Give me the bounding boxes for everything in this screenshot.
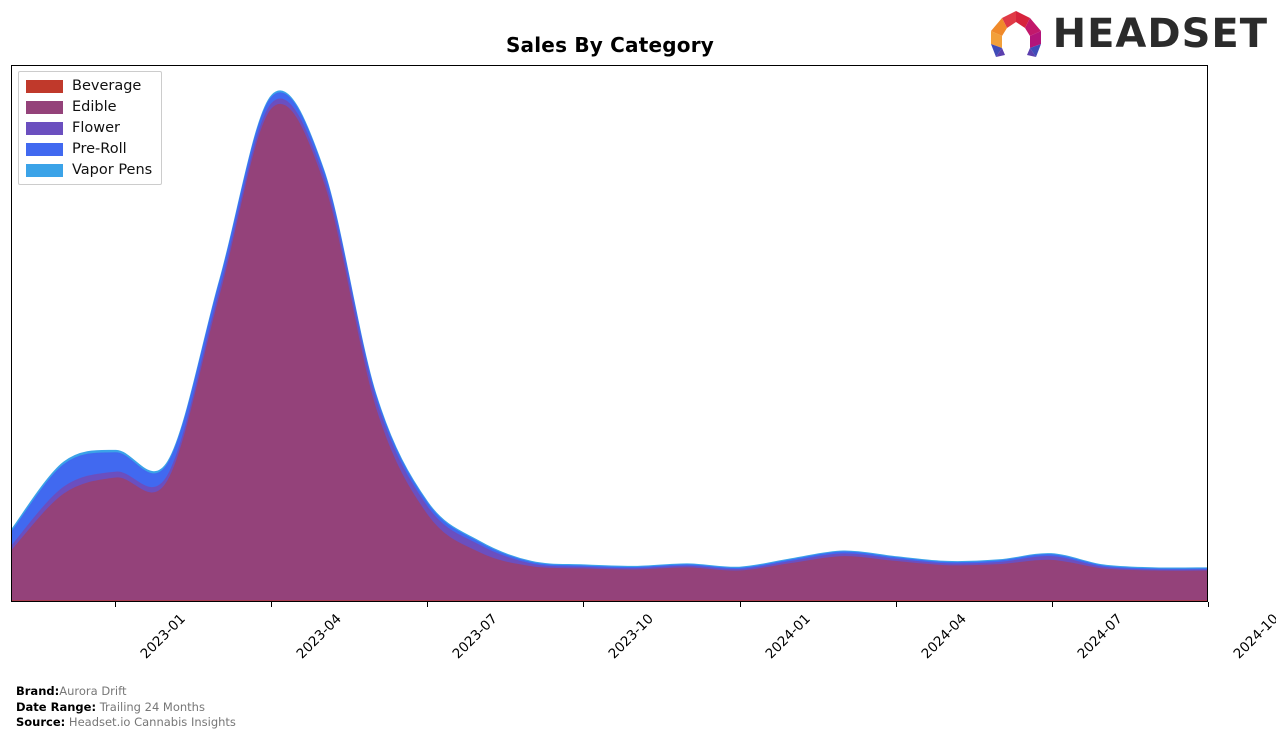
- footnote-date-range-value: Trailing 24 Months: [99, 699, 205, 714]
- legend-label: Flower: [72, 120, 120, 136]
- x-tick-mark: [427, 602, 429, 607]
- x-tick-mark: [895, 602, 897, 607]
- x-tick-mark: [1051, 602, 1053, 607]
- x-tick-mark: [739, 602, 741, 607]
- x-axis: 2023-01 2023-04 2023-07 2023-10 2024-01 2024-…: [0, 602, 1276, 682]
- legend-swatch-beverage: [26, 79, 63, 93]
- x-tick-mark: [583, 602, 585, 607]
- headset-logo: HEADSET: [985, 8, 1268, 60]
- legend-label: Beverage: [72, 78, 142, 94]
- x-tick-label: 2024-10: [1230, 611, 1276, 663]
- legend-label: Vapor Pens: [72, 162, 153, 178]
- legend-label: Edible: [72, 99, 117, 115]
- chart-legend: Beverage Edible Flower Pre-Roll Vapor Pens: [18, 71, 163, 185]
- x-tick-label: 2024-04: [918, 611, 970, 663]
- chart-plot-area: [11, 65, 1208, 602]
- footnote-brand-value: Aurora Drift: [59, 684, 127, 698]
- footnote-source-value: Headset.io Cannabis Insights: [68, 715, 236, 729]
- x-tick-label: 2024-07: [1074, 611, 1126, 663]
- footnote-brand-key: Brand:: [16, 684, 60, 698]
- x-tick-label: 2023-10: [605, 611, 658, 663]
- stacked-area-chart: [12, 90, 1207, 601]
- x-tick-mark: [115, 602, 117, 607]
- chart-footnotes: Brand:Aurora Drift Date Range: Trailing …: [16, 684, 236, 731]
- x-tick-mark: [271, 602, 273, 607]
- footnote-date-range-key: Date Range:: [16, 699, 97, 714]
- x-tick-mark: [1208, 602, 1209, 607]
- footnote-date-range: Date Range: Trailing 24 Months: [16, 700, 236, 716]
- footnote-source: Source: Headset.io Cannabis Insights: [16, 715, 236, 731]
- legend-item[interactable]: Flower: [26, 120, 152, 136]
- legend-item[interactable]: Beverage: [26, 78, 152, 94]
- legend-swatch-vapor-pens: [26, 163, 63, 177]
- area-series-edible: [12, 103, 1207, 601]
- legend-item[interactable]: Edible: [26, 99, 152, 115]
- legend-swatch-flower: [26, 121, 63, 135]
- legend-swatch-pre-roll: [26, 142, 63, 156]
- headset-arch-icon: [990, 11, 1041, 57]
- x-tick-label: 2023-04: [293, 611, 345, 663]
- legend-label: Pre-Roll: [72, 141, 127, 157]
- legend-item[interactable]: Pre-Roll: [26, 141, 152, 157]
- x-tick-label: 2024-01: [762, 611, 814, 663]
- footnote-source-key: Source:: [16, 715, 66, 729]
- x-tick-label: 2023-01: [137, 611, 189, 663]
- logo-wordmark: HEADSET: [1052, 11, 1268, 57]
- x-tick-label: 2023-07: [449, 611, 502, 663]
- legend-swatch-edible: [26, 100, 63, 114]
- footnote-brand: Brand:Aurora Drift: [16, 684, 236, 700]
- legend-item[interactable]: Vapor Pens: [26, 162, 152, 178]
